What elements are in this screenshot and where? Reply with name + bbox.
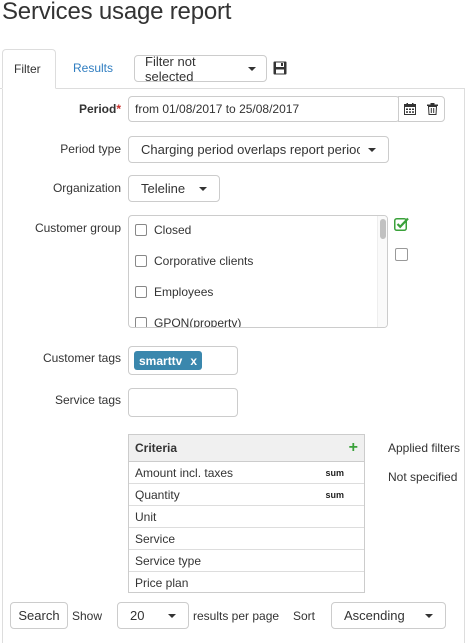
tab-results[interactable]: Results bbox=[62, 49, 124, 89]
checkbox[interactable] bbox=[135, 286, 147, 298]
period-field[interactable]: from 01/08/2017 to 25/08/2017 bbox=[128, 96, 400, 122]
chevron-down-icon bbox=[368, 147, 376, 152]
sort-value: Ascending bbox=[344, 608, 405, 623]
filter-select-label: Filter not selected bbox=[145, 53, 196, 84]
sort-label: Sort bbox=[293, 609, 316, 623]
period-icons-group bbox=[398, 96, 445, 122]
table-row[interactable]: Amount incl. taxes sum bbox=[129, 462, 364, 484]
list-item[interactable]: Employees bbox=[135, 285, 213, 299]
period-label: Period* bbox=[78, 102, 121, 116]
service-tags-label: Service tags bbox=[54, 393, 121, 407]
search-button[interactable]: Search bbox=[10, 602, 68, 629]
page-title: Services usage report bbox=[2, 0, 232, 25]
organization-label: Organization bbox=[52, 181, 121, 195]
organization-value: Teleline bbox=[141, 181, 186, 196]
show-label: Show bbox=[72, 609, 103, 623]
per-page-select[interactable]: 20 bbox=[117, 602, 189, 629]
scrollbar[interactable] bbox=[377, 216, 387, 327]
applied-filters-value: Not specified bbox=[388, 470, 458, 484]
tag-chip: smarttv x bbox=[134, 351, 203, 370]
list-item[interactable]: Closed bbox=[135, 223, 191, 237]
tag-label: smarttv bbox=[139, 353, 183, 368]
add-criteria-icon[interactable]: + bbox=[349, 439, 358, 457]
per-page-value: 20 bbox=[130, 608, 145, 623]
table-row[interactable]: Service bbox=[129, 528, 364, 550]
table-row[interactable]: Service type bbox=[129, 550, 364, 572]
select-all-checked-icon[interactable] bbox=[393, 216, 409, 232]
scrollbar-thumb[interactable] bbox=[380, 219, 386, 239]
service-tags-field[interactable] bbox=[128, 388, 238, 417]
checkbox[interactable] bbox=[135, 224, 147, 236]
trash-icon[interactable] bbox=[421, 97, 443, 121]
period-type-select[interactable]: Charging period overlaps report perioc bbox=[128, 136, 389, 163]
chevron-down-icon bbox=[168, 613, 176, 618]
checkbox[interactable] bbox=[135, 317, 147, 327]
filter-select-dropdown[interactable]: Filter not selected bbox=[134, 53, 267, 84]
aggregation-label: sum bbox=[325, 467, 344, 478]
customer-group-label: Customer group bbox=[34, 221, 121, 235]
required-marker: * bbox=[116, 102, 121, 116]
deselect-all-checkbox[interactable] bbox=[394, 247, 408, 261]
sort-select[interactable]: Ascending bbox=[331, 602, 446, 629]
list-item[interactable]: GPON(property) bbox=[135, 316, 241, 327]
table-row[interactable]: Quantity sum bbox=[129, 484, 364, 506]
calendar-icon[interactable] bbox=[399, 97, 421, 121]
tab-filter[interactable]: Filter bbox=[2, 49, 56, 89]
per-page-label: results per page bbox=[193, 609, 280, 623]
chevron-down-icon bbox=[248, 66, 256, 71]
period-type-label: Period type bbox=[60, 142, 121, 156]
customer-group-list[interactable]: Closed Corporative clients Employees GPO… bbox=[128, 215, 388, 328]
checkbox[interactable] bbox=[135, 255, 147, 267]
customer-tags-label: Customer tags bbox=[42, 351, 121, 365]
chevron-down-icon bbox=[199, 186, 207, 191]
list-item[interactable]: Corporative clients bbox=[135, 254, 253, 268]
chevron-down-icon bbox=[425, 613, 433, 618]
period-type-value: Charging period overlaps report perioc bbox=[141, 142, 360, 157]
applied-filters-title: Applied filters bbox=[388, 441, 461, 455]
organization-select[interactable]: Teleline bbox=[128, 175, 220, 202]
save-icon[interactable] bbox=[270, 58, 290, 78]
criteria-header: Criteria + bbox=[129, 435, 364, 462]
period-value: from 01/08/2017 to 25/08/2017 bbox=[135, 102, 300, 116]
remove-tag-icon[interactable]: x bbox=[190, 354, 197, 368]
criteria-table: Criteria + Amount incl. taxes sum Quanti… bbox=[128, 434, 365, 593]
table-row[interactable]: Price plan bbox=[129, 572, 364, 594]
aggregation-label: sum bbox=[325, 489, 344, 500]
table-row[interactable]: Unit bbox=[129, 506, 364, 528]
